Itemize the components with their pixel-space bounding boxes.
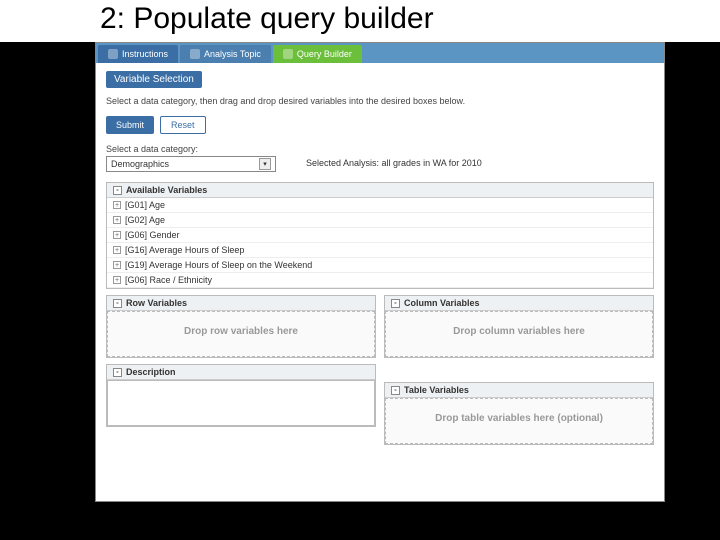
variable-label: [G06] Gender <box>125 230 180 240</box>
panel-row-variables: - Row Variables Drop row variables here <box>106 295 376 358</box>
panel-description: - Description <box>106 364 376 427</box>
variable-list[interactable]: + [G01] Age + [G02] Age + [G06] Gender + [G1… <box>107 198 653 288</box>
panel-head-row[interactable]: - Row Variables <box>107 296 375 311</box>
button-row: Submit Reset <box>106 116 654 134</box>
tab-analysis-topic[interactable]: Analysis Topic <box>180 45 271 63</box>
plus-icon: + <box>113 276 121 284</box>
variable-item[interactable]: + [G06] Gender <box>107 228 653 243</box>
variable-item[interactable]: + [G06] Race / Ethnicity <box>107 273 653 288</box>
app-frame: Instructions Analysis Topic Query Builde… <box>95 42 665 502</box>
content-area: Variable Selection Select a data categor… <box>96 63 664 459</box>
panel-column-variables: - Column Variables Drop column variables… <box>384 295 654 358</box>
panel-table-variables: - Table Variables Drop table variables h… <box>384 382 654 445</box>
panel-title: Column Variables <box>404 298 480 308</box>
variable-item[interactable]: + [G16] Average Hours of Sleep <box>107 243 653 258</box>
plus-icon: + <box>113 216 121 224</box>
section-variable-selection: Variable Selection <box>106 71 202 88</box>
collapse-icon: - <box>113 368 122 377</box>
tab-label: Query Builder <box>297 49 352 59</box>
description-box <box>107 380 375 426</box>
variable-item[interactable]: + [G19] Average Hours of Sleep on the Wee… <box>107 258 653 273</box>
variable-label: [G06] Race / Ethnicity <box>125 275 212 285</box>
collapse-icon: - <box>391 299 400 308</box>
list-icon <box>190 49 200 59</box>
plus-icon: + <box>113 246 121 254</box>
slide-title: 2: Populate query builder <box>0 0 720 42</box>
table-dropzone[interactable]: Drop table variables here (optional) <box>385 398 653 444</box>
tab-label: Analysis Topic <box>204 49 261 59</box>
info-icon <box>108 49 118 59</box>
submit-button[interactable]: Submit <box>106 116 154 134</box>
category-dropdown[interactable]: Demographics ▾ <box>106 156 276 172</box>
tab-query-builder[interactable]: Query Builder <box>273 45 362 63</box>
variable-label: [G01] Age <box>125 200 165 210</box>
category-label: Select a data category: <box>106 144 276 154</box>
panel-head-description[interactable]: - Description <box>107 365 375 380</box>
panel-available-variables: - Available Variables + [G01] Age + [G02] … <box>106 182 654 289</box>
variable-item[interactable]: + [G01] Age <box>107 198 653 213</box>
dropdown-value: Demographics <box>111 159 169 169</box>
instruction-text: Select a data category, then drag and dr… <box>106 96 654 106</box>
column-dropzone[interactable]: Drop column variables here <box>385 311 653 357</box>
panel-title: Table Variables <box>404 385 469 395</box>
chevron-down-icon: ▾ <box>259 158 271 170</box>
row-column-section: - Row Variables Drop row variables here … <box>106 295 654 364</box>
variable-item[interactable]: + [G02] Age <box>107 213 653 228</box>
category-row: Select a data category: Demographics ▾ S… <box>106 144 654 172</box>
panel-head-column[interactable]: - Column Variables <box>385 296 653 311</box>
builder-icon <box>283 49 293 59</box>
tab-instructions[interactable]: Instructions <box>98 45 178 63</box>
variable-label: [G16] Average Hours of Sleep <box>125 245 244 255</box>
panel-head-available[interactable]: - Available Variables <box>107 183 653 198</box>
collapse-icon: - <box>113 299 122 308</box>
variable-label: [G02] Age <box>125 215 165 225</box>
row-dropzone[interactable]: Drop row variables here <box>107 311 375 357</box>
variable-label: [G19] Average Hours of Sleep on the Week… <box>125 260 312 270</box>
tab-label: Instructions <box>122 49 168 59</box>
panel-head-table[interactable]: - Table Variables <box>385 383 653 398</box>
collapse-icon: - <box>113 186 122 195</box>
desc-table-section: - Description - Table Variables Drop tab… <box>106 364 654 451</box>
panel-title: Available Variables <box>126 185 207 195</box>
tab-bar: Instructions Analysis Topic Query Builde… <box>96 43 664 63</box>
reset-button[interactable]: Reset <box>160 116 206 134</box>
plus-icon: + <box>113 201 121 209</box>
panel-title: Row Variables <box>126 298 187 308</box>
panel-title: Description <box>126 367 176 377</box>
plus-icon: + <box>113 261 121 269</box>
plus-icon: + <box>113 231 121 239</box>
selected-analysis-text: Selected Analysis: all grades in WA for … <box>306 158 482 168</box>
collapse-icon: - <box>391 386 400 395</box>
